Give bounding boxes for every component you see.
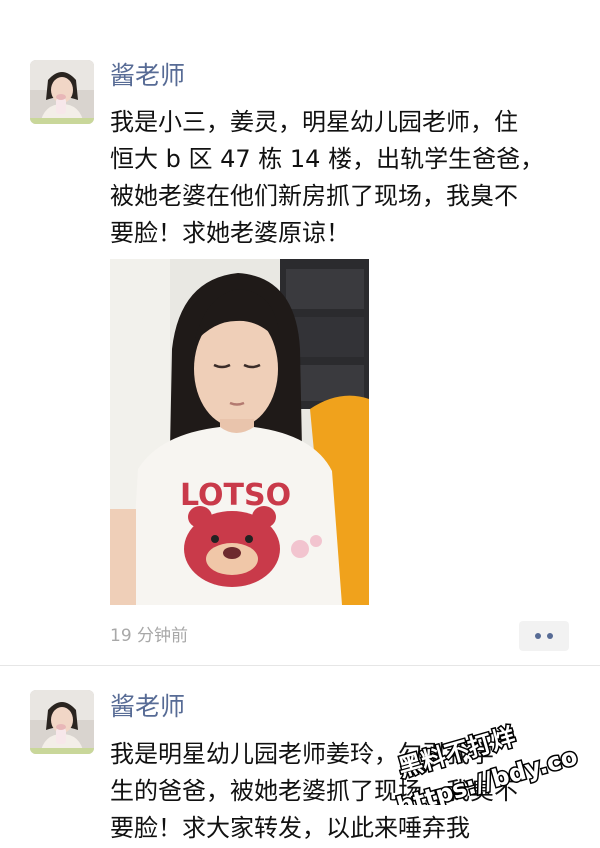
post-text-line: 被她老婆在他们新房抓了现场，我臭不 [110, 182, 518, 210]
post-text-line: 恒大 b 区 47 栋 14 楼，出轨学生爸爸， [110, 145, 545, 173]
dot-icon [535, 633, 541, 639]
photo-image: LOTSO [110, 259, 369, 605]
dot-icon [547, 633, 553, 639]
avatar[interactable] [30, 690, 94, 754]
author-name[interactable]: 酱老师 [110, 61, 185, 91]
post-text-line: 生的爸爸，被她老婆抓了现场，我臭不 [110, 773, 580, 810]
post-text-segment: 了现场，我臭不 [350, 777, 518, 805]
post-text-line: 要脸！求大家转发，以此来唾弃我 [110, 810, 580, 847]
moment-post: 酱老师 我是明星幼儿园老师姜玲，勾引我学 生的爸爸，被她老婆抓了现场，我臭不 要… [0, 665, 600, 848]
moments-feed: 酱老师 我是小三，姜灵，明星幼儿园老师，住 恒大 b 区 47 栋 14 楼，出… [0, 0, 600, 848]
post-text-segment: ，勾引我学 [374, 740, 494, 768]
girl-portrait-icon [30, 60, 94, 124]
post-text-segment: 生的爸爸，被她老婆抓 [110, 777, 350, 805]
post-time: 19 分钟前 [110, 626, 189, 646]
post-text-line: 我是小三，姜灵，明星幼儿园老师，住 [110, 108, 518, 136]
post-text: 我是明星幼儿园老师姜玲，勾引我学 生的爸爸，被她老婆抓了现场，我臭不 要脸！求大… [110, 736, 580, 847]
post-text-line: 要脸！求她老婆原谅！ [110, 219, 350, 247]
post-text-segment: 我是明星幼儿园老师姜玲 [110, 740, 374, 768]
post-photo[interactable]: LOTSO [110, 259, 369, 605]
moment-post: 酱老师 我是小三，姜灵，明星幼儿园老师，住 恒大 b 区 47 栋 14 楼，出… [0, 0, 600, 665]
shirt-logo-text: LOTSO [180, 478, 291, 513]
author-name[interactable]: 酱老师 [110, 692, 185, 722]
avatar[interactable] [30, 60, 94, 124]
girl-portrait-icon [30, 690, 94, 754]
post-text-line: 我是明星幼儿园老师姜玲，勾引我学 [110, 736, 580, 773]
post-text-segment: 要脸！求大家转发，以此来唾弃我 [110, 814, 470, 842]
post-text: 我是小三，姜灵，明星幼儿园老师，住 恒大 b 区 47 栋 14 楼，出轨学生爸… [110, 104, 580, 252]
more-actions-button[interactable] [519, 621, 569, 651]
